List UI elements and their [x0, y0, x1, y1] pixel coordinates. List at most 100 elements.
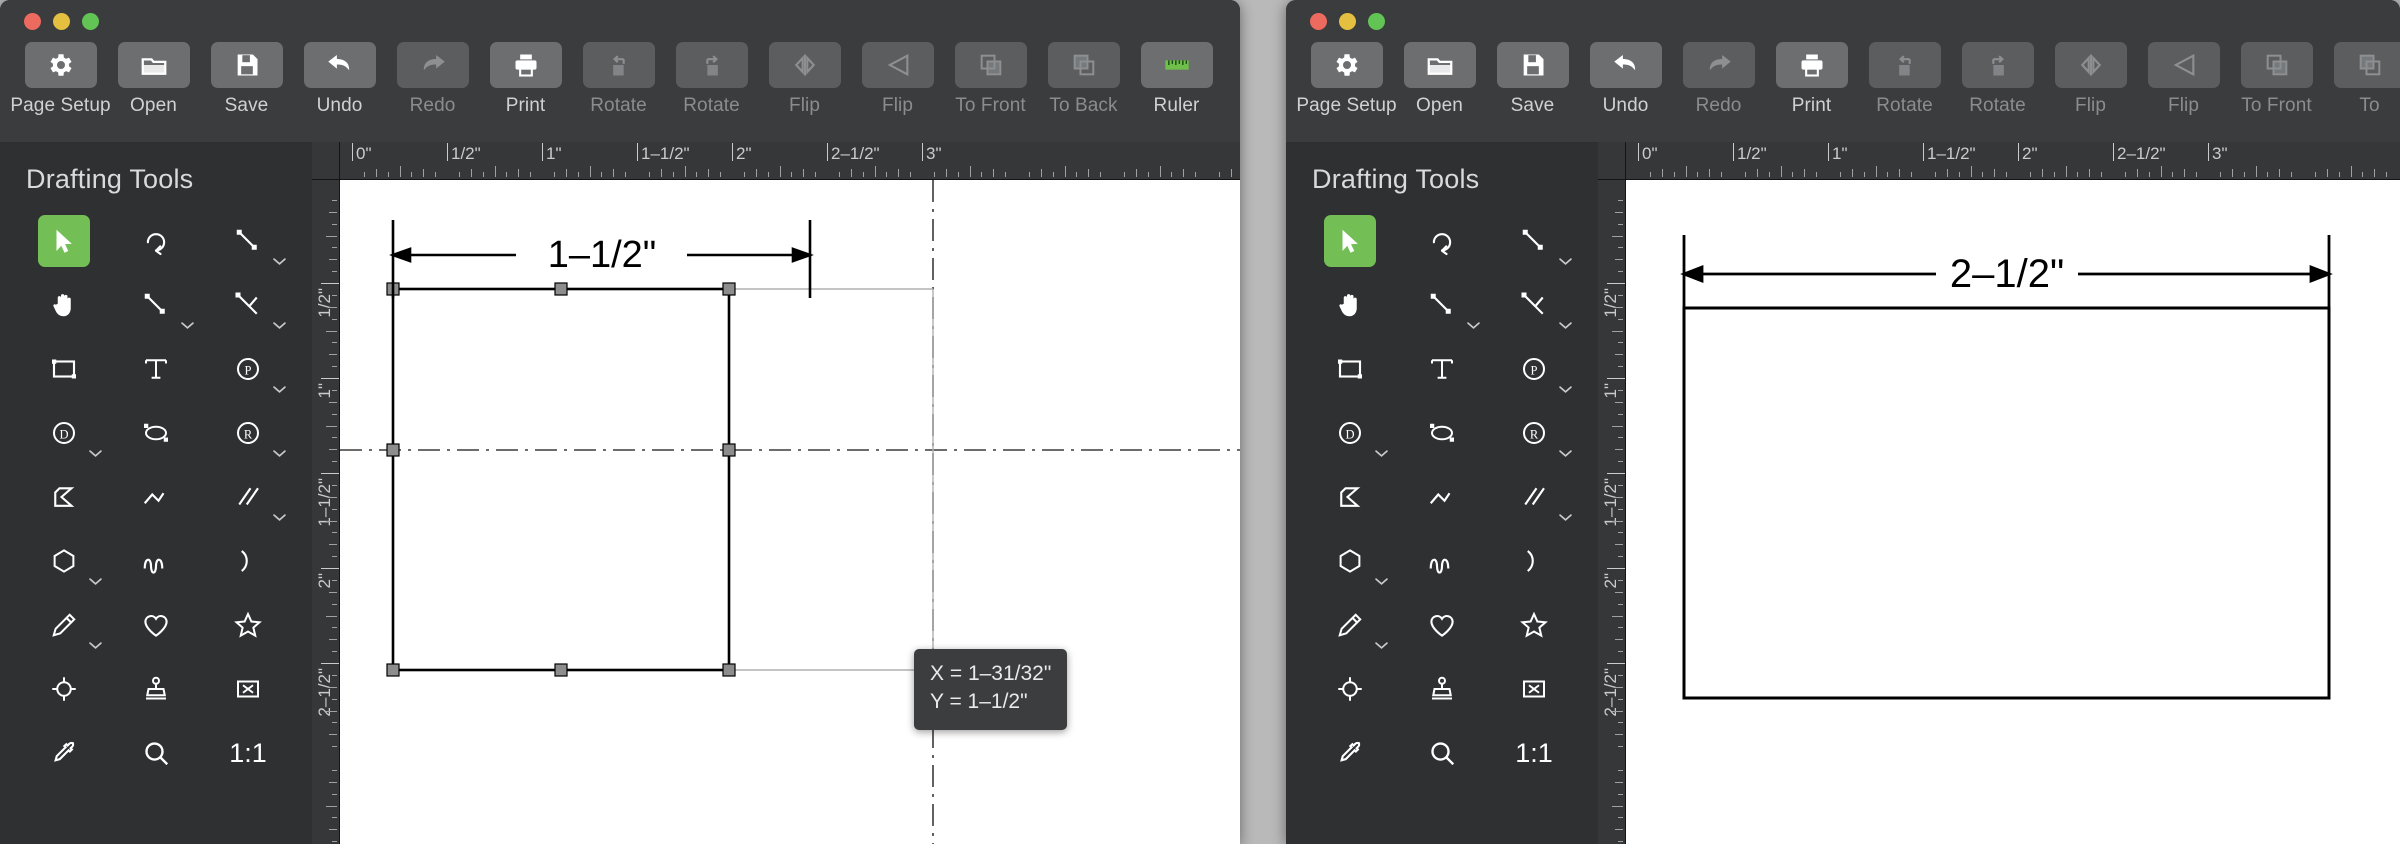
toolbar-button-ruler[interactable]: Ruler [1134, 42, 1219, 117]
chevron-down-icon[interactable] [273, 513, 286, 522]
select-arrow-tool[interactable] [18, 209, 110, 273]
arc-tool[interactable] [202, 529, 294, 593]
eyedropper-tool[interactable] [18, 721, 110, 785]
polyline-tool[interactable] [110, 465, 202, 529]
chevron-down-icon[interactable] [89, 449, 102, 458]
heart-shape-tool[interactable] [1396, 593, 1488, 657]
toolbar-button-open[interactable]: Open [111, 42, 196, 117]
chevron-down-icon[interactable] [1559, 449, 1572, 458]
drawing-canvas-right[interactable]: 2–1/2" [1626, 180, 2400, 844]
toolbar-button-page-setup[interactable]: Page Setup [10, 42, 111, 117]
zoom-ratio-tool[interactable]: 1:1 [202, 721, 294, 785]
toolbar-button-to-front[interactable]: To Front [948, 42, 1033, 117]
stamp-tool[interactable] [1396, 657, 1488, 721]
star-shape-tool[interactable] [1488, 593, 1580, 657]
toolbar-button-page-setup[interactable]: Page Setup [1296, 42, 1397, 117]
chevron-down-icon[interactable] [1559, 321, 1572, 330]
horizontal-ruler-right[interactable]: 0" 1/2" 1" 1–1/2" 2" 2–1/2" 3" [1598, 142, 2400, 180]
canvas-area-right[interactable]: 0" 1/2" 1" 1–1/2" 2" 2–1/2" 3" 1/2" 1" 1–1/2" 2" 2… [1598, 142, 2400, 844]
zoom-tool[interactable] [1396, 721, 1488, 785]
toolbar-button-flip[interactable]: Flip [2048, 42, 2133, 117]
dimension-d-tool[interactable]: D [1304, 401, 1396, 465]
chevron-down-icon[interactable] [1467, 321, 1480, 330]
chevron-down-icon[interactable] [1559, 385, 1572, 394]
vertical-ruler-right[interactable]: 1/2" 1" 1–1/2" 2" 2–1/2" [1598, 180, 1626, 844]
radius-r-tool[interactable]: R [1488, 401, 1580, 465]
chevron-down-icon[interactable] [273, 321, 286, 330]
toolbar-button-to[interactable]: To [2327, 42, 2400, 117]
selection-handles[interactable] [386, 282, 736, 677]
chevron-down-icon[interactable] [1559, 513, 1572, 522]
select-arrow-tool[interactable] [1304, 209, 1396, 273]
pen-tool[interactable] [18, 593, 110, 657]
angle-line-tool[interactable] [202, 273, 294, 337]
drawing-canvas-left[interactable]: 1–1/2" [340, 180, 1240, 844]
drawing-paper-right[interactable]: 2–1/2" [1626, 180, 2400, 844]
toolbar-button-flip[interactable]: Flip [2141, 42, 2226, 117]
chamfer-tool[interactable] [1304, 465, 1396, 529]
toolbar-button-redo[interactable]: Redo [390, 42, 475, 117]
line-tool[interactable] [110, 273, 202, 337]
delete-tool[interactable] [1488, 657, 1580, 721]
titlebar-left[interactable] [0, 0, 1240, 42]
polygon-tool[interactable] [1304, 529, 1396, 593]
angle-line-tool[interactable] [1488, 273, 1580, 337]
polygon-p-tool[interactable]: P [202, 337, 294, 401]
rectangle-shape[interactable] [1682, 306, 2331, 700]
chevron-down-icon[interactable] [273, 257, 286, 266]
toolbar-button-rotate[interactable]: Rotate [669, 42, 754, 117]
rotate-tool[interactable] [1396, 209, 1488, 273]
close-button[interactable] [1310, 13, 1327, 30]
ellipse-tool[interactable] [110, 401, 202, 465]
polyline-tool[interactable] [1396, 465, 1488, 529]
toolbar-button-redo[interactable]: Redo [1676, 42, 1761, 117]
minimize-button[interactable] [53, 13, 70, 30]
close-button[interactable] [24, 13, 41, 30]
polygon-tool[interactable] [18, 529, 110, 593]
pan-tool[interactable] [18, 273, 110, 337]
spline-tool[interactable] [110, 529, 202, 593]
measure-tool[interactable] [1488, 209, 1580, 273]
canvas-area-left[interactable]: 0" 1/2" 1" 1–1/2" 2" 2–1/2" 3" 1/2" 1" 1–1/2" 2" 2… [312, 142, 1240, 844]
chevron-down-icon[interactable] [273, 449, 286, 458]
toolbar-button-flip[interactable]: Flip [855, 42, 940, 117]
parallel-tool[interactable] [202, 465, 294, 529]
toolbar-button-flip[interactable]: Flip [762, 42, 847, 117]
arc-tool[interactable] [1488, 529, 1580, 593]
titlebar-right[interactable] [1286, 0, 2400, 42]
delete-tool[interactable] [202, 657, 294, 721]
rectangle-tool[interactable] [1304, 337, 1396, 401]
zoom-tool[interactable] [110, 721, 202, 785]
chamfer-tool[interactable] [18, 465, 110, 529]
toolbar-button-print[interactable]: Print [1769, 42, 1854, 117]
text-tool[interactable] [1396, 337, 1488, 401]
dimension-d-tool[interactable]: D [18, 401, 110, 465]
pan-tool[interactable] [1304, 273, 1396, 337]
drawing-paper-left[interactable]: 1–1/2" [340, 180, 1240, 844]
stamp-tool[interactable] [110, 657, 202, 721]
minimize-button[interactable] [1339, 13, 1356, 30]
parallel-tool[interactable] [1488, 465, 1580, 529]
radius-r-tool[interactable]: R [202, 401, 294, 465]
pen-tool[interactable] [1304, 593, 1396, 657]
toolbar-button-open[interactable]: Open [1397, 42, 1482, 117]
target-snap-tool[interactable] [1304, 657, 1396, 721]
toolbar-button-print[interactable]: Print [483, 42, 568, 117]
measure-tool[interactable] [202, 209, 294, 273]
chevron-down-icon[interactable] [181, 321, 194, 330]
chevron-down-icon[interactable] [89, 577, 102, 586]
toolbar-button-save[interactable]: Save [1490, 42, 1575, 117]
ellipse-tool[interactable] [1396, 401, 1488, 465]
vertical-ruler-left[interactable]: 1/2" 1" 1–1/2" 2" 2–1/2" [312, 180, 340, 844]
chevron-down-icon[interactable] [273, 385, 286, 394]
toolbar-button-undo[interactable]: Undo [1583, 42, 1668, 117]
toolbar-button-save[interactable]: Save [204, 42, 289, 117]
zoom-ratio-tool[interactable]: 1:1 [1488, 721, 1580, 785]
chevron-down-icon[interactable] [1375, 449, 1388, 458]
rotate-tool[interactable] [110, 209, 202, 273]
text-tool[interactable] [110, 337, 202, 401]
horizontal-ruler-left[interactable]: 0" 1/2" 1" 1–1/2" 2" 2–1/2" 3" [312, 142, 1240, 180]
toolbar-button-to-back[interactable]: To Back [1041, 42, 1126, 117]
line-tool[interactable] [1396, 273, 1488, 337]
chevron-down-icon[interactable] [89, 641, 102, 650]
